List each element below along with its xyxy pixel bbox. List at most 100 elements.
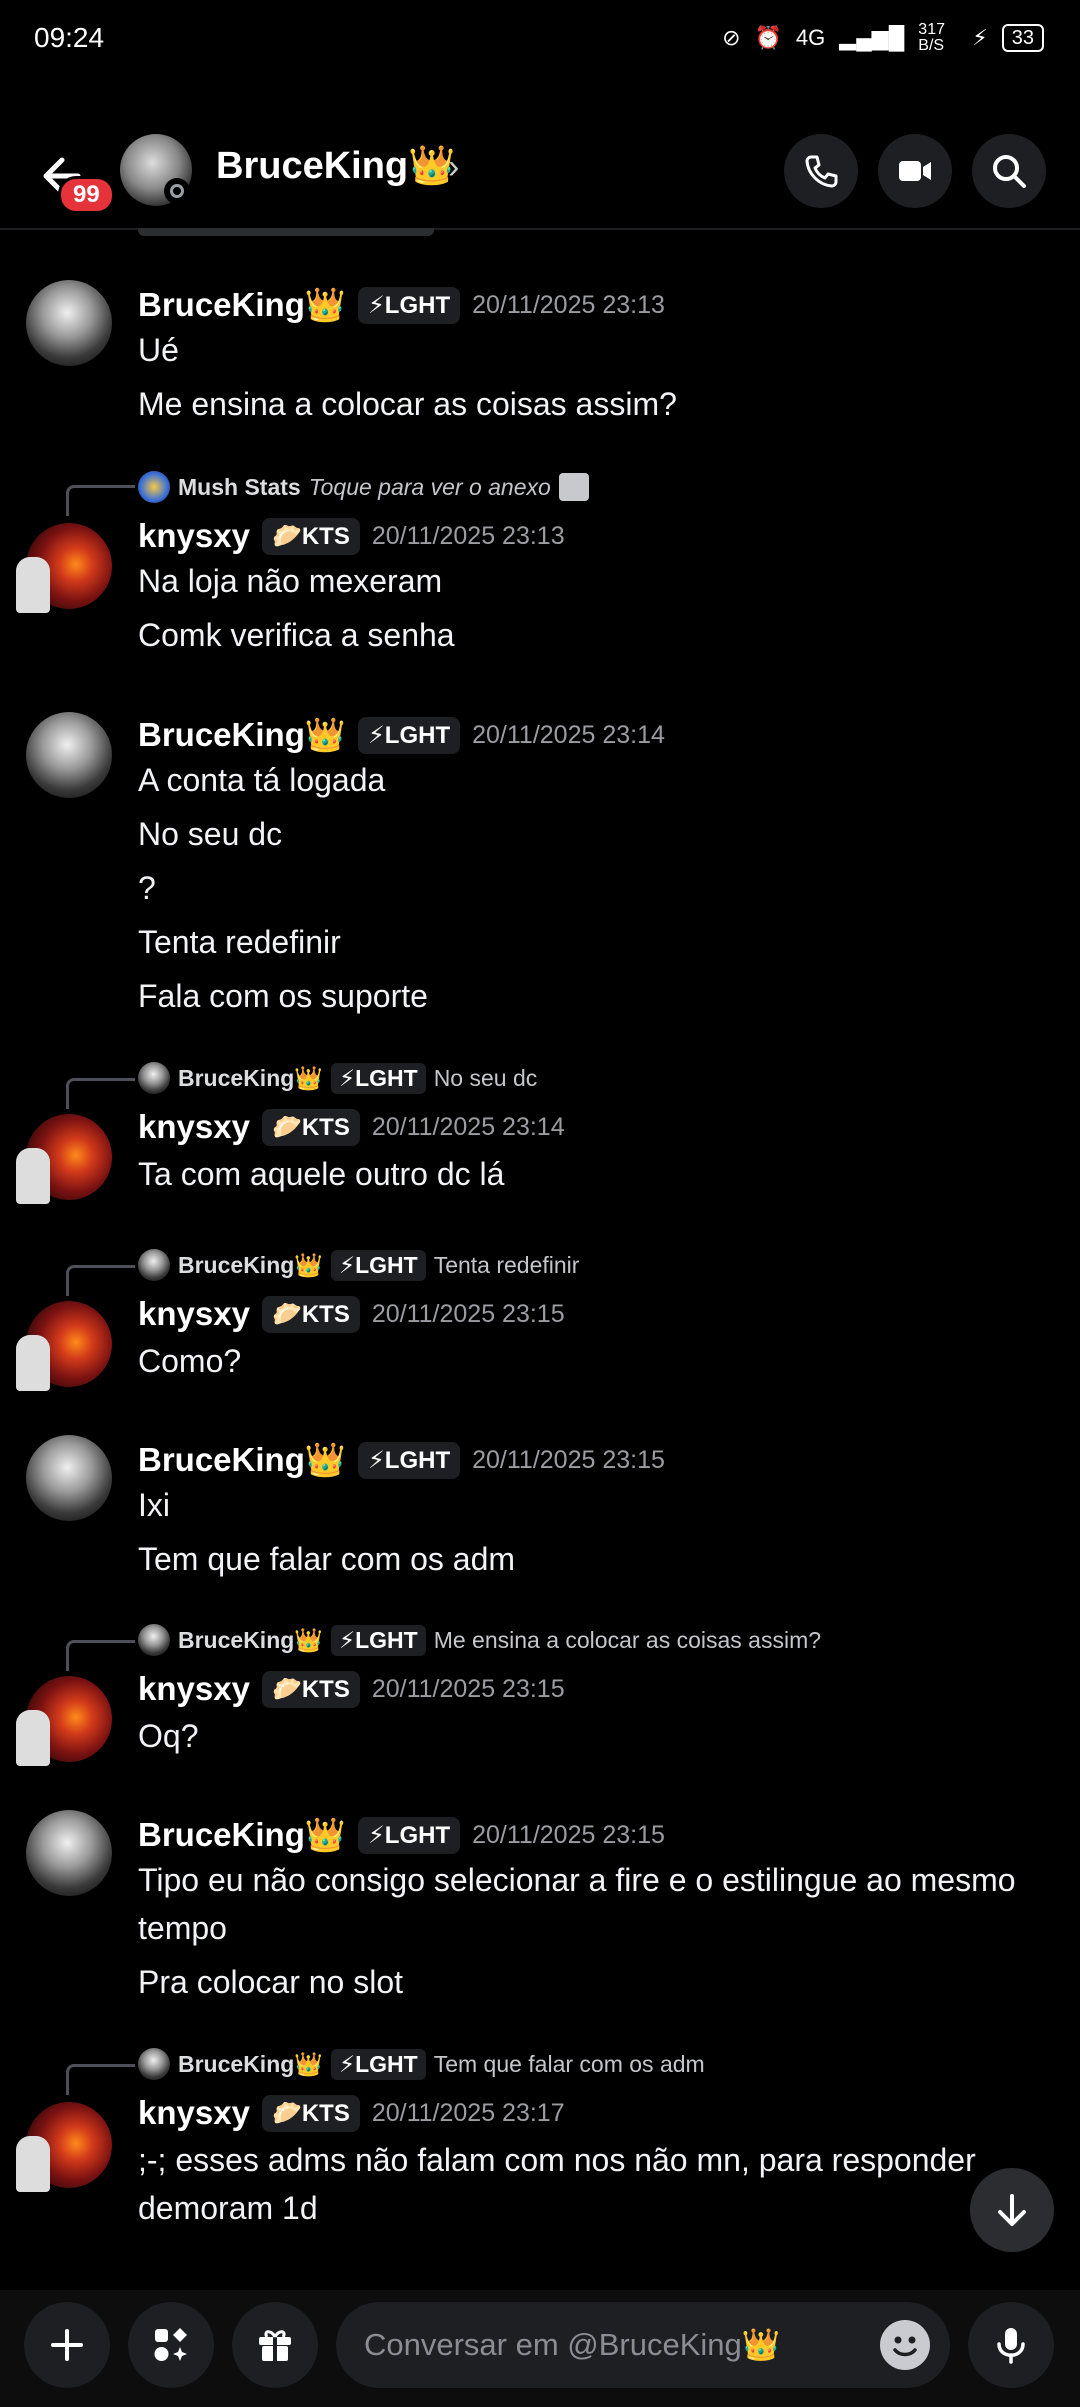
message-text[interactable]: Ta com aquele outro dc lá: [138, 1150, 1038, 1198]
avatar: [138, 2048, 170, 2080]
message-header: BruceKing👑 ⚡LGHT 20/11/2025 23:15: [138, 1435, 665, 1485]
search-button[interactable]: [972, 134, 1046, 208]
message-header: knysxy 🥟KTS 20/11/2025 23:15: [138, 1664, 565, 1714]
avatar[interactable]: [26, 280, 112, 366]
clan-tag[interactable]: ⚡LGHT: [357, 286, 461, 324]
avatar[interactable]: [16, 1676, 112, 1766]
message-text[interactable]: A conta tá logada: [138, 756, 1038, 804]
mic-icon: [997, 2328, 1025, 2364]
clan-tag[interactable]: ⚡LGHT: [357, 1816, 461, 1854]
reply-spine: [66, 1640, 135, 1671]
gift-icon: [259, 2330, 291, 2361]
message-header: knysxy 🥟KTS 20/11/2025 23:13: [138, 511, 565, 561]
avatar[interactable]: [26, 1810, 112, 1896]
message-text[interactable]: Me ensina a colocar as coisas assim?: [138, 380, 1038, 428]
author-name[interactable]: BruceKing👑: [138, 1816, 346, 1855]
alarm-icon: ⏰: [754, 25, 782, 50]
message-text[interactable]: Oq?: [138, 1712, 1038, 1760]
timestamp: 20/11/2025 23:15: [472, 1820, 665, 1849]
author-name[interactable]: knysxy: [138, 1108, 250, 1146]
message-input[interactable]: Conversar em @BruceKing👑: [336, 2302, 950, 2388]
timestamp: 20/11/2025 23:13: [371, 521, 565, 550]
avatar[interactable]: [16, 523, 112, 613]
message-text[interactable]: ;-; esses adms não falam com nos não mn,…: [138, 2136, 998, 2232]
chat-header: 99 BruceKing👑 ›: [0, 130, 1080, 230]
reply-author: BruceKing👑: [178, 1626, 323, 1653]
avatar[interactable]: [16, 1114, 112, 1204]
emoji-icon[interactable]: [880, 2320, 930, 2370]
clan-tag[interactable]: ⚡LGHT: [357, 716, 461, 754]
scroll-to-bottom-button[interactable]: [970, 2168, 1054, 2252]
message-text[interactable]: Ixi: [138, 1481, 1038, 1529]
message-text[interactable]: Tem que falar com os adm: [138, 1535, 1038, 1583]
add-attachment-button[interactable]: [24, 2302, 110, 2388]
avatar[interactable]: [16, 2102, 112, 2192]
avatar[interactable]: [16, 1301, 112, 1391]
apps-button[interactable]: [128, 2302, 214, 2388]
message-text[interactable]: Tenta redefinir: [138, 918, 1038, 966]
author-name[interactable]: knysxy: [138, 1670, 250, 1708]
message-text[interactable]: No seu dc: [138, 810, 1038, 858]
arrow-down-icon: [998, 2194, 1026, 2226]
clan-tag[interactable]: 🥟KTS: [261, 1108, 360, 1146]
message-text[interactable]: Como?: [138, 1337, 1038, 1385]
avatar: [138, 1249, 170, 1281]
clan-tag[interactable]: 🥟KTS: [261, 2094, 360, 2132]
reply-preview[interactable]: Mush Stats Toque para ver o anexo: [138, 467, 589, 507]
message-text[interactable]: Fala com os suporte: [138, 972, 1038, 1020]
timestamp: 20/11/2025 23:15: [472, 1445, 665, 1474]
clan-tag[interactable]: ⚡LGHT: [357, 1441, 461, 1479]
reply-spine: [66, 485, 135, 516]
chevron-right-icon[interactable]: ›: [448, 148, 459, 187]
avatar: [138, 471, 170, 503]
search-icon: [993, 155, 1026, 188]
clan-tag[interactable]: 🥟KTS: [261, 1295, 360, 1333]
message-text[interactable]: Comk verifica a senha: [138, 611, 1038, 659]
page-title[interactable]: BruceKing👑: [216, 144, 455, 188]
reply-author: BruceKing👑: [178, 1064, 323, 1091]
reply-spine: [66, 1078, 135, 1109]
avatar[interactable]: [26, 1435, 112, 1521]
signal-icon: ▂▄▆█: [839, 25, 905, 50]
author-name[interactable]: knysxy: [138, 517, 250, 555]
author-name[interactable]: BruceKing👑: [138, 1441, 346, 1480]
clan-tag: ⚡LGHT: [330, 1249, 426, 1281]
video-icon: [899, 161, 931, 181]
message-text[interactable]: Ué: [138, 326, 1038, 374]
reply-preview[interactable]: BruceKing👑 ⚡LGHT No seu dc: [138, 1058, 537, 1098]
battery-indicator: 33: [1001, 24, 1044, 52]
reply-spine: [66, 2064, 135, 2095]
message-input-placeholder: Conversar em @BruceKing👑: [364, 2327, 781, 2362]
gift-button[interactable]: [232, 2302, 318, 2388]
status-offline-icon: [164, 178, 190, 204]
status-time: 09:24: [34, 22, 105, 53]
author-name[interactable]: BruceKing👑: [138, 716, 346, 755]
message-header: BruceKing👑 ⚡LGHT 20/11/2025 23:15: [138, 1810, 665, 1860]
reply-text: Tem que falar com os adm: [433, 2050, 705, 2077]
message-header: knysxy 🥟KTS 20/11/2025 23:15: [138, 1289, 565, 1339]
message-text[interactable]: Pra colocar no slot: [138, 1958, 1038, 2006]
apps-icon: [154, 2328, 187, 2361]
author-name[interactable]: knysxy: [138, 1295, 250, 1333]
message-text[interactable]: ?: [138, 864, 1038, 912]
clan-tag[interactable]: 🥟KTS: [261, 1670, 360, 1708]
reply-preview[interactable]: BruceKing👑 ⚡LGHT Tenta redefinir: [138, 1245, 579, 1285]
author-name[interactable]: BruceKing👑: [138, 286, 346, 325]
clan-tag: ⚡LGHT: [330, 2048, 426, 2080]
call-button[interactable]: [784, 134, 858, 208]
timestamp: 20/11/2025 23:14: [371, 1112, 565, 1141]
reply-text: Toque para ver o anexo: [308, 473, 551, 500]
reply-preview[interactable]: BruceKing👑 ⚡LGHT Tem que falar com os ad…: [138, 2044, 705, 2084]
avatar[interactable]: [26, 712, 112, 798]
video-button[interactable]: [878, 134, 952, 208]
message-text[interactable]: Na loja não mexeram: [138, 557, 1038, 605]
phone-icon: [805, 155, 838, 188]
plus-icon: [51, 2329, 83, 2361]
attachment-icon: [558, 473, 589, 501]
reply-text: Tenta redefinir: [433, 1251, 580, 1278]
message-text[interactable]: Tipo eu não consigo selecionar a fire e …: [138, 1856, 1038, 1952]
voice-message-button[interactable]: [968, 2302, 1054, 2388]
reply-preview[interactable]: BruceKing👑 ⚡LGHT Me ensina a colocar as …: [138, 1620, 821, 1660]
clan-tag[interactable]: 🥟KTS: [261, 517, 360, 555]
author-name[interactable]: knysxy: [138, 2094, 250, 2132]
